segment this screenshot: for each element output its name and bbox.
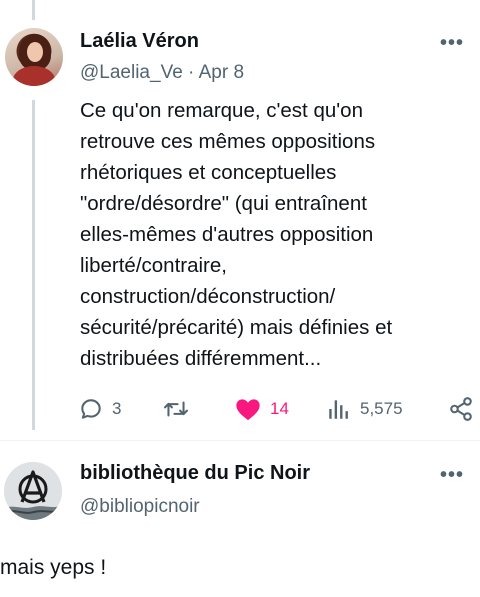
reply-more-icon[interactable]: •••: [440, 464, 464, 487]
action-bar: 3 14 5,575: [78, 393, 478, 425]
reply-button[interactable]: 3: [78, 393, 121, 425]
thread-line: [32, 100, 35, 430]
retweet-button[interactable]: [162, 393, 190, 425]
tweet-line: construction/déconstruction/: [80, 285, 336, 308]
tweet-line: "ordre/désordre" (qui entraînent: [80, 192, 367, 215]
tweet-text: Ce qu'on remarque, c'est qu'on retrouve …: [80, 95, 470, 374]
tweet-line: distribuées différemment...: [80, 347, 322, 370]
reply-text: mais yeps !: [0, 556, 107, 579]
like-button[interactable]: 14: [234, 393, 289, 425]
share-button[interactable]: [448, 393, 474, 425]
reply-author-name[interactable]: bibliothèque du Pic Noir: [80, 462, 310, 485]
heart-icon: [236, 399, 260, 421]
divider: [0, 440, 480, 441]
views-count: 5,575: [360, 399, 403, 418]
reply-author-handle[interactable]: @bibliopicnoir: [80, 496, 200, 518]
avatar[interactable]: [5, 28, 63, 86]
tweet-line: Ce qu'on remarque, c'est qu'on: [80, 99, 363, 122]
views-icon: [329, 400, 348, 419]
thread-line-top: [32, 0, 35, 20]
reply-count: 3: [112, 399, 122, 418]
tweet-line: sécurité/précarité) mais définies et: [80, 316, 393, 339]
tweet-line: elles-mêmes d'autres opposition: [80, 223, 374, 246]
tweet-line: liberté/contraire,: [80, 254, 227, 277]
tweet-line: rhétoriques et conceptuelles: [80, 161, 337, 184]
views-button[interactable]: 5,575: [326, 393, 403, 425]
share-icon: [450, 397, 472, 421]
anarchy-logo-icon: [4, 462, 62, 520]
like-count: 14: [270, 399, 289, 418]
author-handle-date[interactable]: @Laelia_Ve · Apr 8: [80, 62, 244, 84]
author-name[interactable]: Laélia Véron: [80, 30, 199, 53]
tweet-line: retrouve ces mêmes oppositions: [80, 130, 376, 153]
more-icon[interactable]: •••: [440, 32, 464, 55]
avatar[interactable]: [4, 462, 62, 520]
reply-icon: [81, 399, 101, 419]
retweet-icon: [163, 401, 189, 417]
